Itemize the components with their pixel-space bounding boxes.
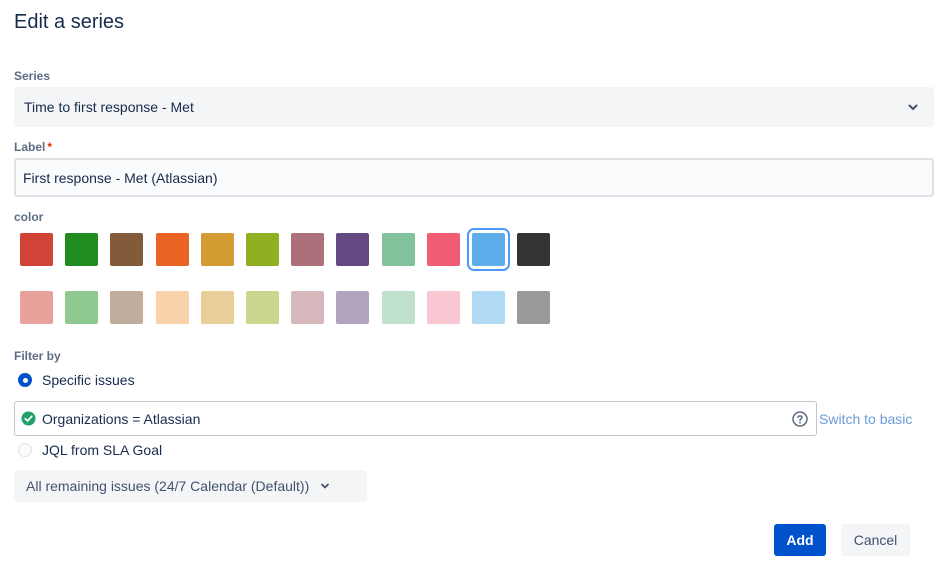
color-swatch[interactable] [200,233,234,266]
color-swatch[interactable] [336,291,370,324]
check-circle-icon [21,411,36,426]
color-swatch[interactable] [110,291,144,324]
radio-jql-sla-goal[interactable]: JQL from SLA Goal [18,442,162,458]
color-swatch[interactable] [20,233,53,266]
label-input[interactable]: First response - Met (Atlassian) [14,158,934,197]
color-label: color [14,210,44,224]
color-swatch[interactable] [155,291,189,324]
color-swatch[interactable] [155,233,189,266]
color-swatch[interactable] [291,291,325,324]
color-swatch[interactable] [381,291,415,324]
color-swatch[interactable] [466,228,510,271]
radio-jql-sla-goal-label: JQL from SLA Goal [42,442,163,458]
color-swatch-row-2 [20,291,562,324]
chevron-down-icon [908,104,918,110]
color-swatch[interactable] [20,291,53,324]
color-swatch[interactable] [200,291,234,324]
question-circle-icon[interactable] [792,411,808,427]
series-select-value: Time to first response - Met [24,99,194,115]
label-input-value: First response - Met (Atlassian) [23,169,218,186]
radio-unselected-icon [18,443,32,457]
jql-input[interactable]: Organizations = Atlassian [14,401,817,436]
jql-input-value: Organizations = Atlassian [42,410,201,427]
color-swatch[interactable] [291,233,325,266]
color-swatch[interactable] [65,291,99,324]
add-button[interactable]: Add [774,524,826,556]
filter-by-label: Filter by [14,349,61,363]
color-swatch[interactable] [426,291,460,324]
color-swatch[interactable] [245,233,279,266]
color-swatch[interactable] [381,233,415,266]
color-swatch[interactable] [110,233,144,266]
color-swatch[interactable] [471,291,505,324]
cancel-button[interactable]: Cancel [841,524,910,556]
switch-to-basic-link[interactable]: Switch to basic [819,411,912,427]
radio-specific-issues-label: Specific issues [42,372,135,388]
series-label: Series [14,69,51,83]
color-swatch[interactable] [517,233,551,266]
color-swatch[interactable] [336,233,370,266]
color-swatch[interactable] [245,291,279,324]
calendar-dropdown-label: All remaining issues (24/7 Calendar (Def… [26,478,310,494]
series-select[interactable]: Time to first response - Met [14,87,934,127]
color-swatch[interactable] [426,233,460,266]
calendar-dropdown-button[interactable]: All remaining issues (24/7 Calendar (Def… [14,470,367,502]
radio-selected-icon [18,373,32,387]
color-swatch[interactable] [65,233,99,266]
color-swatch[interactable] [517,291,551,324]
color-swatch-row-1 [20,228,562,271]
chevron-down-icon [321,483,330,489]
required-marker: * [47,140,53,154]
radio-specific-issues[interactable]: Specific issues [18,372,135,388]
label-field-label: Label * [14,140,53,154]
dialog-title: Edit a series [14,11,125,33]
